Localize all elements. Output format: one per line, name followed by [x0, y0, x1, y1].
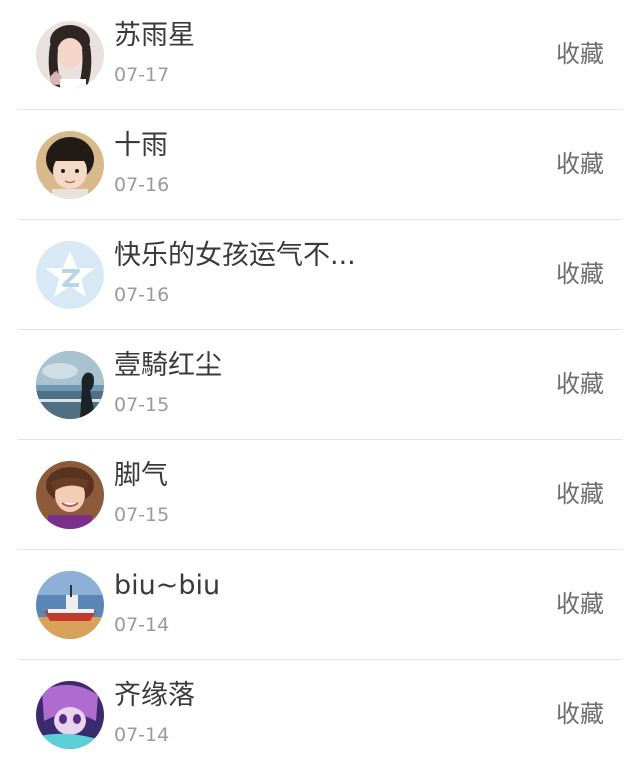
list-item[interactable]: 脚气 07-15 收藏 — [0, 440, 640, 550]
contact-date: 07-17 — [114, 64, 170, 86]
contact-date: 07-15 — [114, 504, 170, 526]
contact-name: 快乐的女孩运气不... — [114, 240, 356, 271]
contact-name: biu~biu — [114, 570, 221, 601]
favorite-button[interactable]: 收藏 — [556, 586, 604, 622]
avatar[interactable] — [36, 461, 104, 529]
avatar[interactable] — [36, 681, 104, 749]
favorite-button[interactable]: 收藏 — [556, 256, 604, 292]
contact-date: 07-14 — [114, 614, 170, 636]
favorite-button[interactable]: 收藏 — [556, 366, 604, 402]
contact-date: 07-16 — [114, 174, 170, 196]
contact-date: 07-16 — [114, 284, 170, 306]
list-item[interactable]: 苏雨星 07-17 收藏 — [0, 0, 640, 110]
avatar[interactable] — [36, 351, 104, 419]
contact-name: 壹騎红尘 — [114, 350, 222, 381]
contact-date: 07-14 — [114, 724, 170, 746]
favorite-button[interactable]: 收藏 — [556, 36, 604, 72]
anime-character-avatar-icon — [36, 681, 104, 749]
list-item[interactable]: 壹騎红尘 07-15 收藏 — [0, 330, 640, 440]
contact-date: 07-15 — [114, 394, 170, 416]
favorite-button[interactable]: 收藏 — [556, 146, 604, 182]
boy-portrait-avatar-icon — [36, 461, 104, 529]
contact-name: 十雨 — [114, 130, 168, 161]
avatar[interactable] — [36, 21, 104, 89]
avatar[interactable] — [36, 131, 104, 199]
list-item[interactable]: biu~biu 07-14 收藏 — [0, 550, 640, 660]
list-item[interactable]: 快乐的女孩运气不... 07-16 收藏 — [0, 220, 640, 330]
list-item[interactable]: 齐缘落 07-14 收藏 — [0, 660, 640, 768]
qzone-default-avatar-icon — [36, 241, 104, 309]
girl-portrait-avatar-icon — [36, 21, 104, 89]
child-portrait-avatar-icon — [36, 131, 104, 199]
avatar[interactable] — [36, 571, 104, 639]
favorite-button[interactable]: 收藏 — [556, 696, 604, 732]
favorites-list: 苏雨星 07-17 收藏 十雨 07-16 收藏 快乐的女孩运气不... 07-… — [0, 0, 640, 768]
contact-name: 齐缘落 — [114, 680, 195, 711]
contact-name: 脚气 — [114, 460, 168, 491]
silhouette-sea-avatar-icon — [36, 351, 104, 419]
boat-beach-avatar-icon — [36, 571, 104, 639]
favorite-button[interactable]: 收藏 — [556, 476, 604, 512]
avatar[interactable] — [36, 241, 104, 309]
list-item[interactable]: 十雨 07-16 收藏 — [0, 110, 640, 220]
contact-name: 苏雨星 — [114, 20, 195, 51]
